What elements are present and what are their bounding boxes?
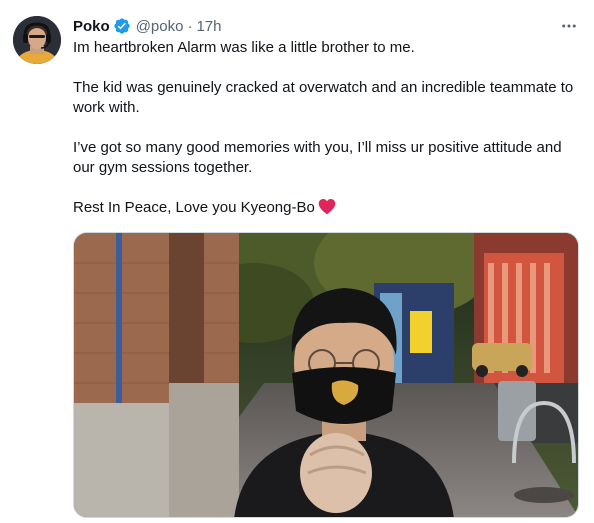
author-handle[interactable]: @poko [136, 18, 184, 35]
tweet-text: Im heartbroken Alarm was like a little b… [73, 38, 583, 218]
tweet-paragraph-4: Rest In Peace, Love you Kyeong-Bo [73, 198, 583, 218]
author-name[interactable]: Poko [73, 18, 110, 35]
avatar[interactable] [13, 16, 61, 64]
tweet-paragraph-2: The kid was genuinely cracked at overwat… [73, 79, 574, 116]
red-heart-emoji [318, 198, 336, 215]
tweet-card[interactable]: Poko @poko · 17h Im heartbroken Alarm wa… [0, 0, 594, 523]
street-photo-image [74, 233, 578, 517]
more-horizontal-icon [562, 24, 576, 28]
more-options-button[interactable] [556, 16, 582, 36]
timestamp[interactable]: 17h [196, 18, 221, 35]
separator-dot: · [187, 17, 193, 35]
verified-badge-icon [113, 17, 131, 35]
tweet-paragraph-3: I’ve got so many good memories with you,… [73, 139, 562, 176]
tweet-header: Poko @poko · 17h [73, 16, 221, 36]
tweet-paragraph-1: Im heartbroken Alarm was like a little b… [73, 39, 415, 56]
avatar-image [13, 16, 61, 64]
tweet-photo[interactable] [73, 232, 579, 518]
tweet-paragraph-4-text: Rest In Peace, Love you Kyeong-Bo [73, 199, 315, 216]
